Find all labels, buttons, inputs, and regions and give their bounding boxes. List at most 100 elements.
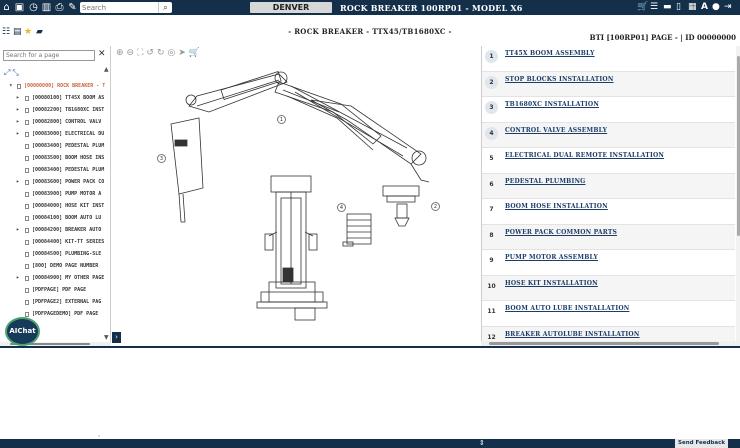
tree-item-label: [00000000] ROCK BREAKER - T [24,83,105,89]
scroll-up-icon[interactable]: ▲ [104,66,109,73]
parts-list-row[interactable]: 9 PUMP MOTOR ASSEMBLY [482,250,735,276]
part-link[interactable]: BOOM HOSE INSTALLATION [505,203,608,210]
tree-item[interactable]: [PDFPAGE2] EXTERNAL PAG [0,296,105,308]
parts-list-row[interactable]: 7 BOOM HOSE INSTALLATION [482,199,735,225]
part-link[interactable]: PUMP MOTOR ASSEMBLY [505,254,598,261]
user-icon[interactable]: ● [712,2,720,13]
expand-caret-icon[interactable]: ▾ [9,80,13,92]
expand-caret-icon[interactable]: ▸ [16,176,20,188]
tree-item[interactable]: ▸ [00084900] MY OTHER PAGE [0,272,105,284]
parts-list-row[interactable]: 3 TB1680XC INSTALLATION [482,97,735,123]
part-link[interactable]: CONTROL VALVE ASSEMBLY [505,127,607,134]
tree-item-label: [00083000] ELECTRICAL DU [32,131,105,137]
page-icon [25,312,29,317]
logout-icon[interactable]: ⇥ [724,2,732,13]
parts-list-row[interactable]: 6 PEDESTAL PLUMBING [482,173,735,199]
font-size-icon[interactable]: A [701,2,708,13]
file-icon[interactable]: ▯ [676,2,681,13]
tree-item-label: [PDFPAGE] PDF PAGE [32,287,87,293]
part-link[interactable]: PEDESTAL PLUMBING [505,178,585,185]
list-icon[interactable]: ☰ [650,2,658,13]
send-feedback-button[interactable]: Send Feedback [675,439,728,448]
expand-collapse-icon[interactable]: ⤢⤡ [4,68,21,78]
callout-3[interactable]: 3 [157,154,166,163]
parts-list-row[interactable]: 2 STOP BLOCKS INSTALLATION [482,71,735,97]
tree-item[interactable]: [00084400] KIT-TT SERIES [0,236,105,248]
home-icon[interactable]: ⌂ [1,2,12,13]
parts-list-row[interactable]: 1 TT45X BOOM ASSEMBLY [482,46,735,72]
part-link[interactable]: ELECTRICAL DUAL REMOTE INSTALLATION [505,152,664,159]
search-icon[interactable]: ⌕ [158,2,172,13]
close-icon[interactable]: ✕ [98,49,106,59]
aichat-button[interactable]: AIChat [7,319,38,344]
page-icon [25,108,29,113]
parts-list-row[interactable]: 11 BOOM AUTO LUBE INSTALLATION [482,301,735,327]
tree-item[interactable]: [00083400] PEDESTAL PLUM [0,164,105,176]
tree-item[interactable]: ▾ [00000000] ROCK BREAKER - T [0,80,105,92]
drawing-viewer[interactable]: ⊕⊖⛶↺↻◎➤🛒 1 2 3 4 › [111,46,481,346]
folder-icon[interactable]: ▬ [663,2,672,13]
expand-caret-icon[interactable]: ▸ [16,224,20,236]
tree-item-label: [00084900] MY OTHER PAGE [32,275,105,281]
part-link[interactable]: BREAKER AUTOLUBE INSTALLATION [505,331,640,338]
collapse-tree-button[interactable]: › [112,332,121,343]
tree-item[interactable]: [00084100] BOOM AUTO LU [0,212,105,224]
expand-caret-icon[interactable]: ▸ [16,104,20,116]
page-search-input[interactable] [3,50,95,61]
tree-item[interactable]: ▸ [00082200] TB1680XC INST [0,104,105,116]
tree-item[interactable]: [00083500] BOOM HOSE INS [0,152,105,164]
tree-scrollbar[interactable]: ▲ ▼ [104,66,110,341]
tree-item-label: [00084400] KIT-TT SERIES [32,239,105,245]
callout-2[interactable]: 2 [431,202,440,211]
parts-list-row[interactable]: 5 ELECTRICAL DUAL REMOTE INSTALLATION [482,148,735,174]
parts-list-scrollbar[interactable] [736,46,740,346]
tree-item[interactable]: ▸ [00080100] TT45X BOOM AS [0,92,105,104]
tree-item[interactable]: ▸ [00083000] ELECTRICAL DU [0,128,105,140]
part-link[interactable]: STOP BLOCKS INSTALLATION [505,76,614,83]
tree-item-label: [00084200] BREAKER AUTO [32,227,102,233]
global-search-input[interactable] [82,2,156,13]
item-number: 5 [489,155,494,162]
document-title: ROCK BREAKER 100RP01 - MODEL X6 [340,3,523,13]
cart-icon[interactable]: 🛒 [637,2,648,13]
tree-item[interactable]: [00084500] PLUMBING-SLE [0,248,105,260]
tree-item[interactable]: ▸ [00083600] POWER PACK CO [0,176,105,188]
expand-caret-icon[interactable]: ▸ [16,272,20,284]
tree-item[interactable]: [PDFPAGE] PDF PAGE [0,284,105,296]
part-link[interactable]: BOOM AUTO LUBE INSTALLATION [505,305,629,312]
tree-item[interactable]: [00083400] PEDESTAL PLUM [0,140,105,152]
printer-icon[interactable]: ⎙ [54,2,65,13]
tree-item[interactable]: [00084000] HOSE KIT INST [0,200,105,212]
panel-divider[interactable] [0,346,740,348]
tree-item[interactable]: [800] DEMO PAGE NUMBER [0,260,105,272]
expand-caret-icon[interactable]: ▸ [16,128,20,140]
part-link[interactable]: TB1680XC INSTALLATION [505,101,599,108]
tree-item-label: [00083400] PEDESTAL PLUM [32,143,105,149]
parts-list-row[interactable]: 4 CONTROL VALVE ASSEMBLY [482,122,735,148]
parts-list-row[interactable]: 8 POWER PACK COMMON PARTS [482,224,735,250]
location-selector[interactable]: DENVER [250,2,332,13]
clock-icon[interactable]: ◷ [28,2,39,13]
scroll-down-icon[interactable]: ▼ [104,334,109,341]
callout-1[interactable]: 1 [277,115,286,124]
parts-list-row[interactable]: 10 HOSE KIT INSTALLATION [482,275,735,301]
tree-item[interactable]: ▸ [00082800] CONTROL VALV [0,116,105,128]
expand-caret-icon[interactable]: ▸ [16,116,20,128]
item-number: 11 [487,308,496,315]
item-number: 4 [485,126,498,140]
part-link[interactable]: HOSE KIT INSTALLATION [505,280,598,287]
callout-4[interactable]: 4 [337,203,346,212]
tree-item[interactable]: [00083900] PUMP MOTOR A [0,188,105,200]
pencil-icon[interactable]: ✎ [67,2,78,13]
tree-item[interactable]: [PDFPAGEDEMO] PDF PAGE [0,308,105,320]
scroll-thumb[interactable] [489,342,719,345]
expand-caret-icon[interactable]: ▸ [16,92,20,104]
chart-icon[interactable]: ▥ [41,2,52,13]
tree-item[interactable]: ▸ [00084200] BREAKER AUTO [0,224,105,236]
resize-handle-icon[interactable]: ⇕ [479,439,485,448]
image-icon[interactable]: ▣ [14,2,25,13]
item-number: 1 [485,50,498,63]
part-link[interactable]: TT45X BOOM ASSEMBLY [505,50,595,57]
part-link[interactable]: POWER PACK COMMON PARTS [505,229,617,236]
table-icon[interactable]: ▦ [688,2,697,13]
